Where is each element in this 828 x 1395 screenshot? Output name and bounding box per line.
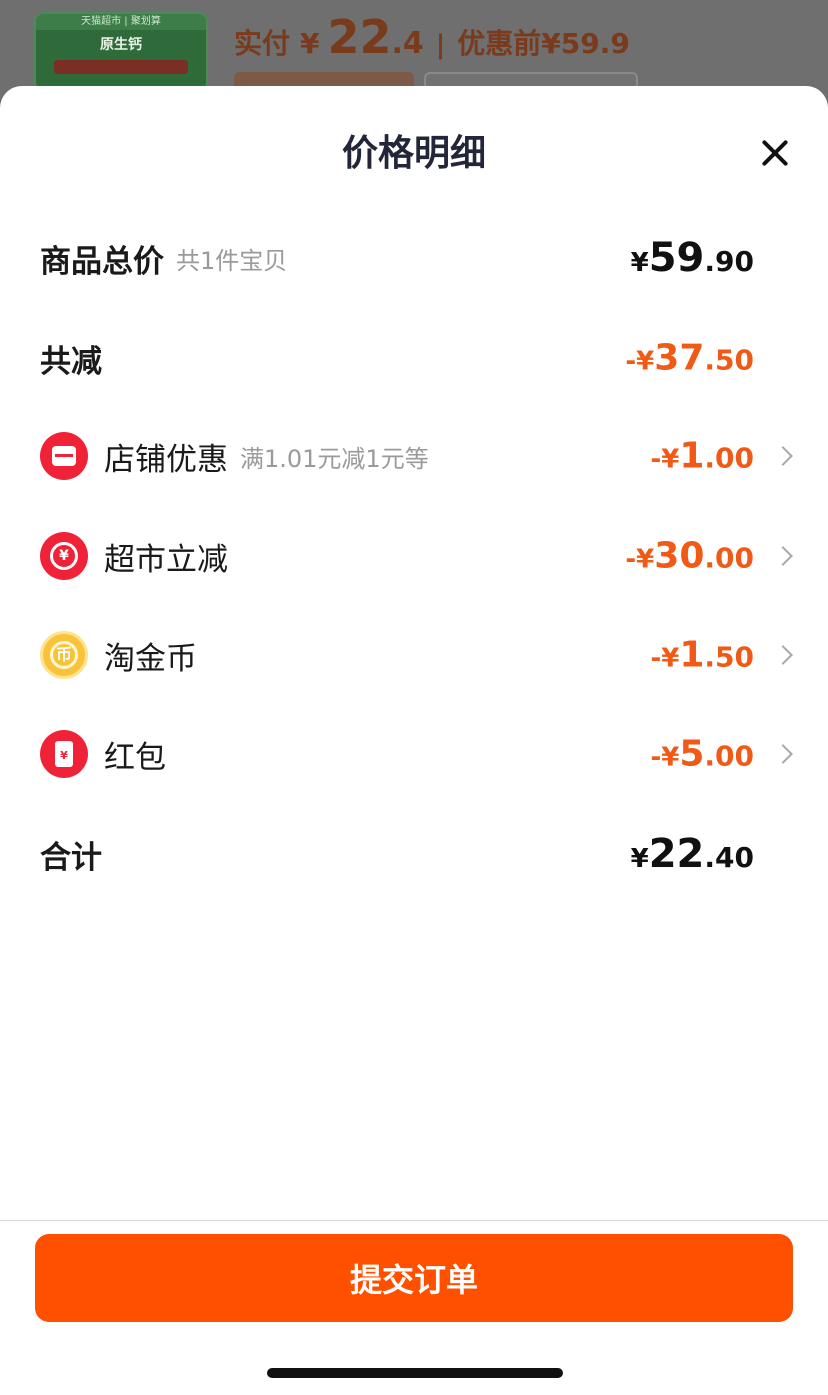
paid-dec: .4 [391,26,424,61]
thumbnail-bar [54,60,188,74]
original-price: 优惠前¥59.9 [457,27,630,60]
thumbnail-banner-text: 天猫超市 | 聚划算 [36,14,206,30]
amount-int: 59 [648,235,705,281]
red-packet-label: 红包 [104,739,166,776]
amount-int: 30 [654,535,705,577]
product-thumbnail: 天猫超市 | 聚划算 原生钙 [34,12,208,92]
currency-symbol: -¥ [650,444,680,475]
store-icon [40,432,88,480]
row-supermarket-discount[interactable]: ¥ 超市立减 -¥ 30 .00 [40,526,793,586]
currency-symbol: -¥ [650,742,680,773]
row-red-packet[interactable]: ¥ 红包 -¥ 5 .00 [40,724,793,784]
amount-dec: .50 [704,343,754,377]
row-taojinbi[interactable]: 币 淘金币 -¥ 1 .50 [40,625,793,685]
paid-label: 实付 [234,27,291,60]
footer-divider [0,1220,828,1221]
amount-int: 5 [679,733,705,775]
row-total-reduction: 共减 -¥ 37 .50 [40,328,792,388]
chevron-right-icon [773,546,793,566]
reduction-label: 共减 [40,343,102,380]
amount-dec: .00 [704,541,754,575]
gold-coin-icon: 币 [40,631,88,679]
amount-int: 37 [654,337,705,379]
reduction-amount: -¥ 37 .50 [625,338,754,379]
item-count: 共1件宝贝 [176,246,288,275]
background-price-summary: 实付 ¥ 22 .4 | 优惠前¥59.9 [234,10,630,64]
amount-int: 1 [679,435,705,477]
grand-total-label: 合计 [40,839,102,876]
row-item-total: 商品总价 共1件宝贝 ¥ 59 .90 [40,228,792,288]
taojinbi-amount: -¥ 1 .50 [650,635,754,676]
supermarket-discount-amount: -¥ 30 .00 [625,536,754,577]
amount-dec: .40 [704,841,754,874]
amount-dec: .90 [704,245,754,278]
chevron-right-icon [773,744,793,764]
store-discount-amount: -¥ 1 .00 [650,436,754,477]
price-detail-sheet: 价格明细 商品总价 共1件宝贝 ¥ 59 .90 共减 -¥ 37 .50 店铺… [0,86,828,1395]
row-grand-total: 合计 ¥ 22 .40 [40,824,792,884]
currency-symbol: -¥ [625,544,655,575]
item-total-amount: ¥ 59 .90 [631,235,754,281]
red-packet-icon: ¥ [40,730,88,778]
amount-dec: .00 [704,441,754,475]
store-discount-label: 店铺优惠 [104,441,228,478]
submit-order-button[interactable]: 提交订单 [35,1234,793,1322]
currency-symbol: ¥ [630,844,649,874]
amount-int: 1 [679,634,705,676]
close-icon[interactable] [756,134,794,172]
store-discount-rule: 满1.01元减1元等 [240,444,429,473]
thumbnail-product-name: 原生钙 [100,37,142,53]
amount-dec: .00 [704,739,754,773]
item-total-label: 商品总价 [40,243,164,280]
home-indicator [267,1368,563,1378]
background-page-header: 天猫超市 | 聚划算 原生钙 实付 ¥ 22 .4 | 优惠前¥59.9 [0,0,828,100]
supermarket-discount-label: 超市立减 [104,541,228,578]
currency-symbol: ¥ [630,248,649,278]
paid-int: 22 [327,10,392,64]
taojinbi-label: 淘金币 [104,640,197,677]
paid-symbol: ¥ [300,27,320,60]
red-packet-amount: -¥ 5 .00 [650,734,754,775]
chevron-right-icon [773,446,793,466]
grand-total-amount: ¥ 22 .40 [631,831,754,877]
currency-symbol: -¥ [625,346,655,377]
sheet-title: 价格明细 [341,133,486,174]
amount-dec: .50 [704,640,754,674]
chevron-right-icon [773,645,793,665]
row-store-discount[interactable]: 店铺优惠 满1.01元减1元等 -¥ 1 .00 [40,426,793,486]
yuan-coupon-icon: ¥ [40,532,88,580]
amount-int: 22 [648,831,705,877]
currency-symbol: -¥ [650,643,680,674]
price-separator: | [435,30,446,60]
